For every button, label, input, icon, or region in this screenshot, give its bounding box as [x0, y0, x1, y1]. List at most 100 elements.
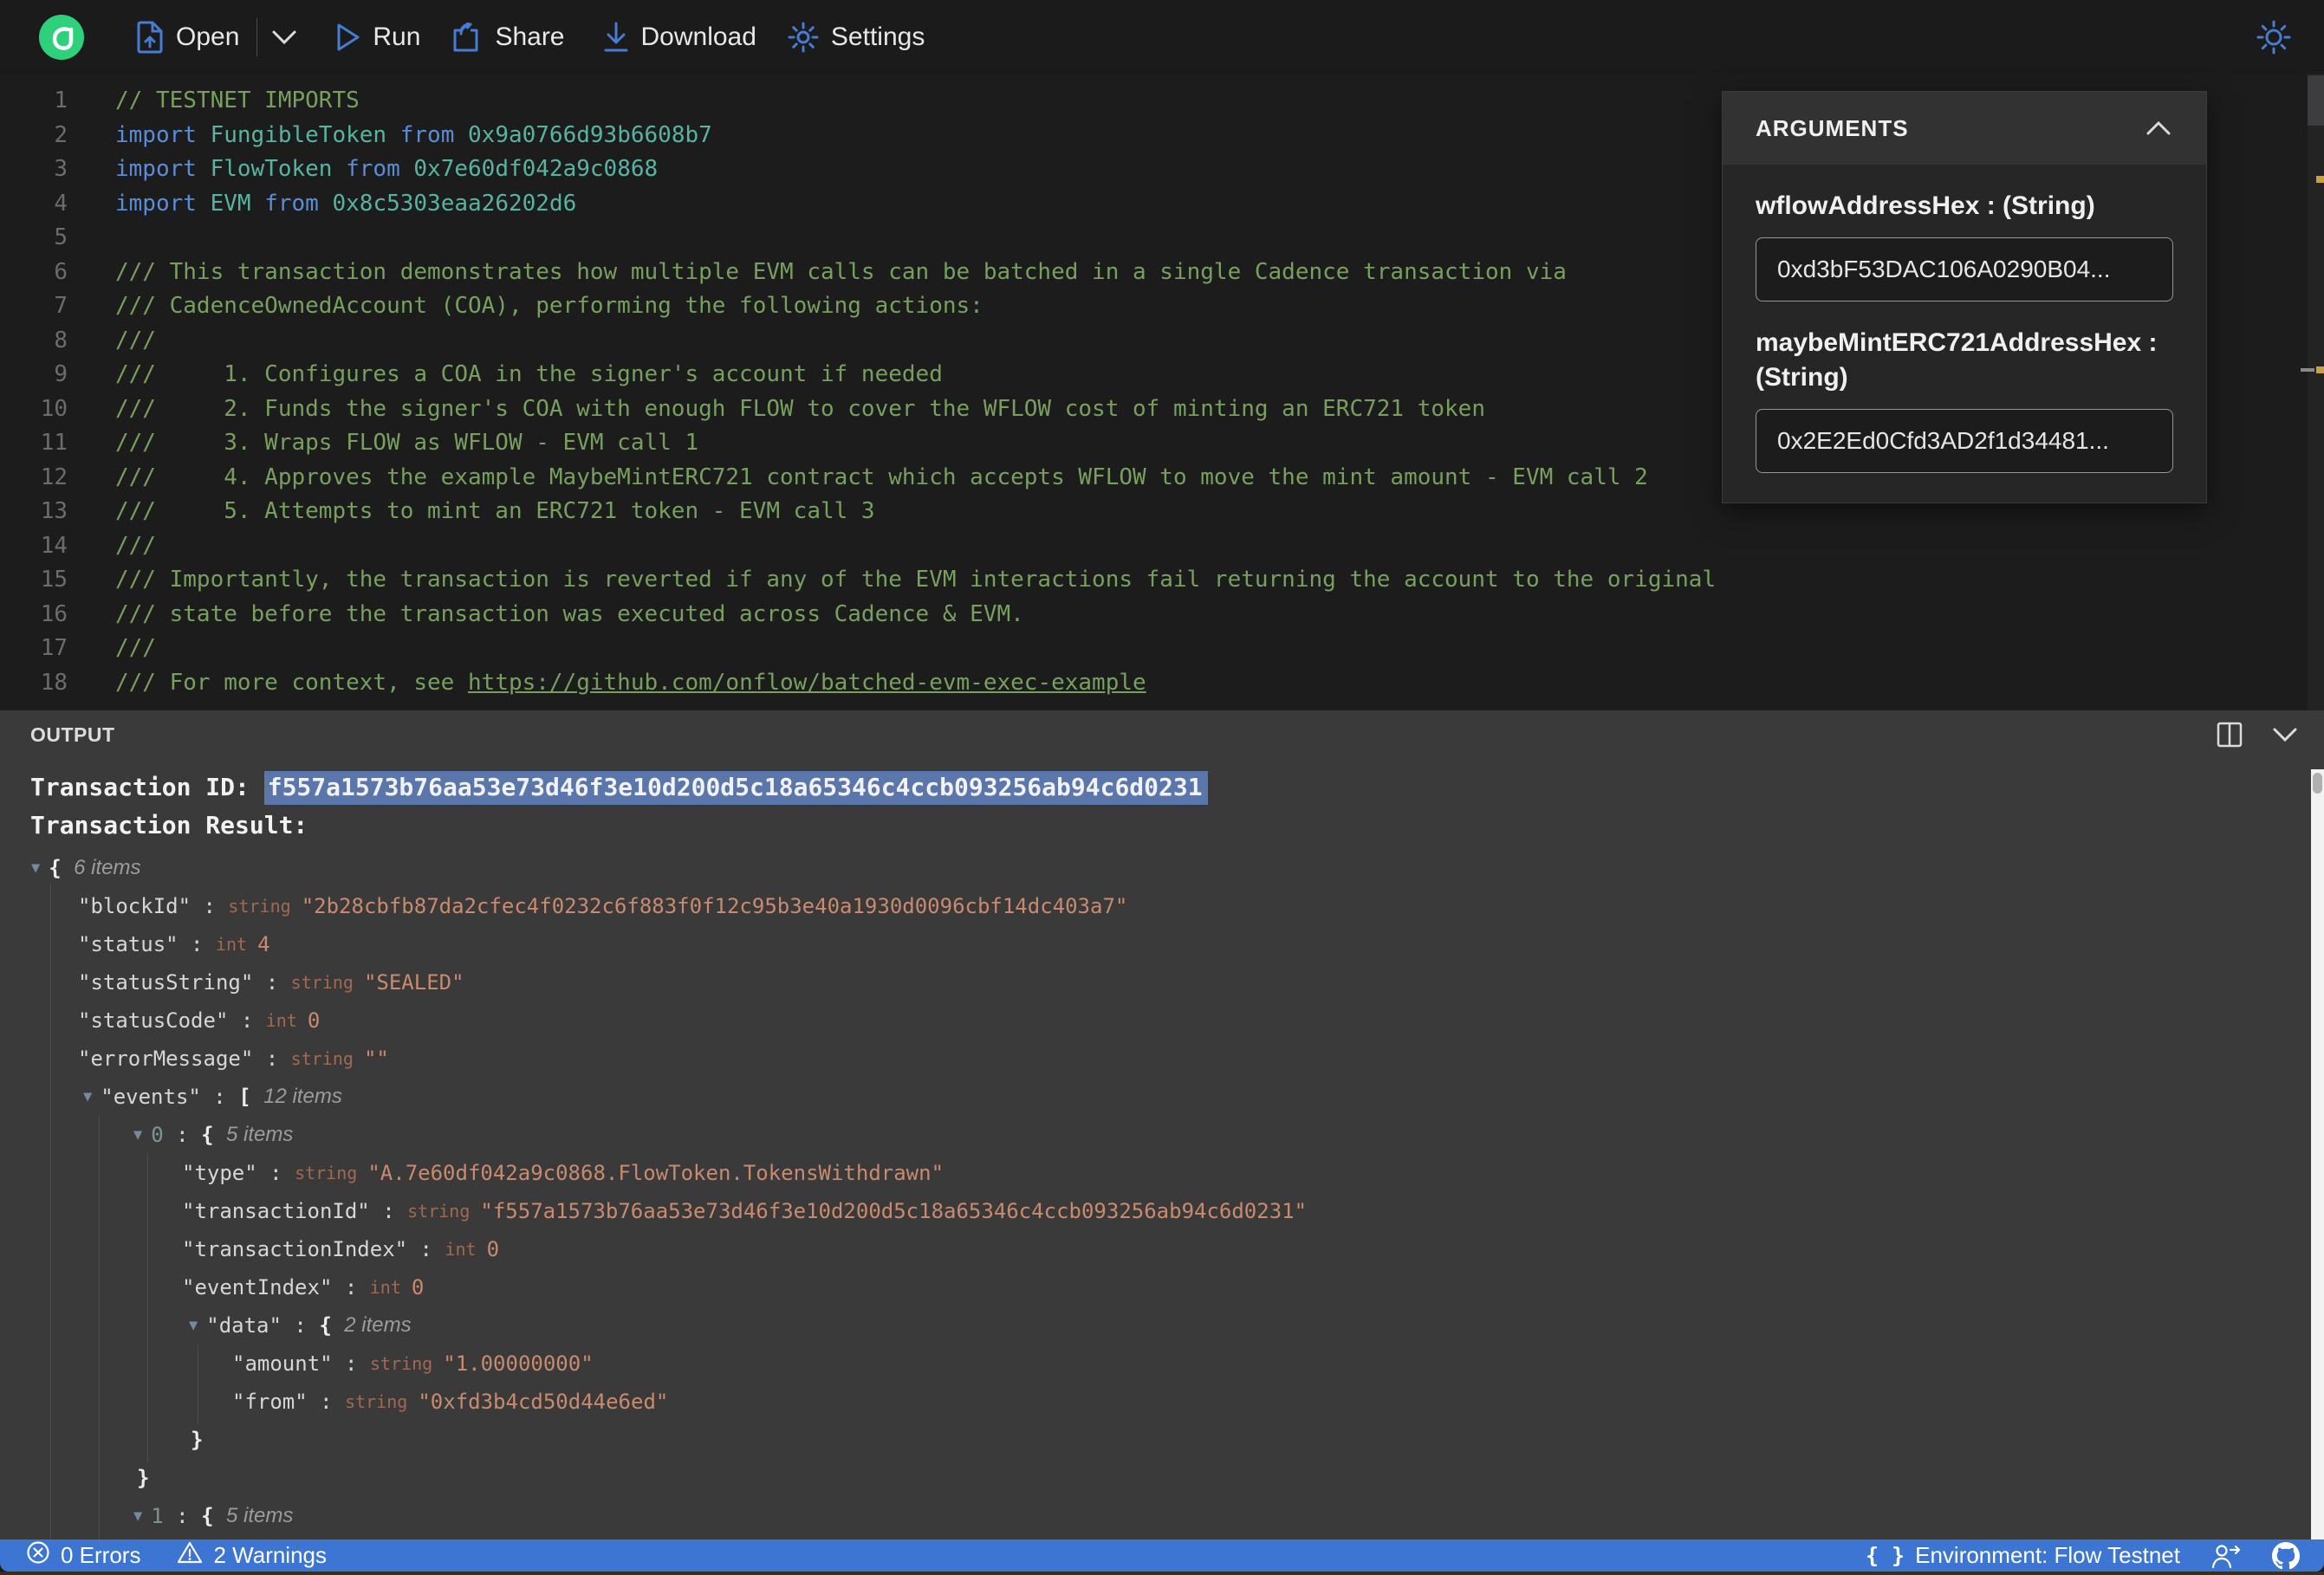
- json-key: "errorMessage": [78, 1047, 254, 1071]
- expand-triangle-icon[interactable]: ▼: [83, 1088, 92, 1105]
- json-int: 0: [411, 1275, 425, 1300]
- collapse-output-chevron-down-icon[interactable]: [2272, 727, 2298, 742]
- json-str: "SEALED": [363, 970, 464, 995]
- arguments-panel-header[interactable]: ARGUMENTS: [1723, 92, 2206, 165]
- json-row: "errorMessage" : string "": [0, 1040, 2307, 1078]
- code-segment: /// 2. Funds the signer's COA with enoug…: [115, 395, 1485, 422]
- json-key: "transactionIndex": [182, 1237, 408, 1261]
- indent-guide: [99, 1116, 100, 1539]
- code-segment: from: [399, 121, 455, 148]
- json-row: "transactionIndex" : int 0: [0, 1230, 2307, 1268]
- code-line: 18 /// For more context, see https://gith…: [0, 666, 2324, 701]
- json-key: "blockId": [78, 894, 192, 918]
- code-segment: /// For more context, see: [115, 669, 468, 696]
- json-items: 5 items: [225, 1123, 294, 1146]
- warnings-status[interactable]: 2 Warnings: [177, 1540, 327, 1571]
- line-number: 5: [54, 224, 68, 250]
- json-row: "statusString" : string "SEALED": [0, 963, 2307, 1001]
- json-int: 0: [486, 1237, 500, 1261]
- json-type: int: [369, 1277, 412, 1298]
- expand-triangle-icon[interactable]: ▼: [31, 859, 40, 877]
- code-segment: from: [346, 156, 400, 182]
- json-colon: :: [253, 970, 291, 995]
- json-key: "from": [232, 1390, 308, 1414]
- json-br: {: [201, 1504, 226, 1528]
- code-segment: /// 1. Configures a COA in the signer's …: [115, 361, 943, 387]
- code-link[interactable]: https://github.com/onflow/batched-evm-ex…: [468, 670, 1146, 696]
- gear-icon: [788, 22, 819, 53]
- split-panel-icon[interactable]: [2217, 722, 2243, 748]
- errors-status[interactable]: 0 Errors: [26, 1540, 140, 1571]
- json-row: "blockId" : string "2b28cbfb87da2cfec4f0…: [0, 887, 2307, 925]
- settings-label: Settings: [830, 22, 925, 51]
- json-items: 12 items: [263, 1085, 342, 1108]
- line-number: 2: [54, 121, 68, 148]
- line-number: 16: [40, 600, 68, 627]
- code-segment: 0x7e60df042a9c0868: [413, 156, 659, 182]
- run-button[interactable]: Run: [336, 23, 420, 52]
- transaction-id-value[interactable]: f557a1573b76aa53e73d46f3e10d200d5c18a653…: [263, 771, 1208, 805]
- json-row: }: [0, 1459, 2307, 1497]
- json-str: "0xfd3b4cd50d44e6ed": [418, 1390, 669, 1414]
- editor-scrollbar-thumb[interactable]: [2308, 75, 2324, 126]
- json-str: "": [363, 1047, 389, 1071]
- collapse-chevron-up-icon[interactable]: [2145, 120, 2171, 136]
- json-br: {: [201, 1123, 226, 1147]
- editor-scrollbar[interactable]: [2301, 74, 2324, 710]
- environment-status[interactable]: { } Environment: Flow Testnet: [1866, 1542, 2180, 1569]
- expand-triangle-icon[interactable]: ▼: [189, 1317, 198, 1334]
- json-type: string: [290, 972, 364, 993]
- line-number: 1: [54, 88, 68, 113]
- open-button[interactable]: Open: [136, 21, 239, 54]
- code-segment: // TESTNET IMPORTS: [115, 88, 360, 113]
- json-colon: :: [307, 1390, 346, 1414]
- json-br: {: [49, 856, 75, 880]
- feedback-person-icon[interactable]: [2211, 1543, 2241, 1569]
- wflow-address-input[interactable]: [1756, 237, 2173, 301]
- json-row: "statusCode" : int 0: [0, 1001, 2307, 1040]
- line-number: 15: [40, 567, 68, 593]
- theme-toggle-sun-icon[interactable]: [2255, 18, 2293, 56]
- line-number: 10: [40, 395, 68, 422]
- maybemint-address-input[interactable]: [1756, 409, 2173, 473]
- open-menu-chevron-icon[interactable]: [271, 29, 297, 45]
- json-key: "eventIndex": [182, 1275, 333, 1300]
- line-number: 3: [54, 156, 68, 182]
- output-scrollbar[interactable]: [2311, 769, 2324, 1539]
- expand-triangle-icon[interactable]: ▼: [133, 1507, 142, 1525]
- argument-field-maybemint: maybeMintERC721AddressHex : (String): [1756, 326, 2173, 473]
- share-button[interactable]: Share: [450, 22, 565, 53]
- code-segment: /// This transaction demonstrates how mu…: [115, 258, 1567, 285]
- json-key: "status": [78, 932, 179, 956]
- code-segment: from: [264, 190, 319, 217]
- code-segment: 0x8c5303eaa26202d6: [332, 190, 577, 217]
- json-type: string: [290, 1048, 364, 1069]
- json-key: "amount": [232, 1351, 333, 1376]
- download-icon: [603, 22, 629, 53]
- json-row: "eventIndex" : int 0: [0, 1268, 2307, 1306]
- expand-triangle-icon[interactable]: ▼: [133, 1126, 142, 1144]
- settings-button[interactable]: Settings: [788, 22, 925, 53]
- download-button[interactable]: Download: [603, 22, 756, 53]
- code-segment: /// 5. Attempts to mint an ERC721 token …: [115, 498, 875, 524]
- errors-label: 0 Errors: [61, 1542, 141, 1568]
- json-colon: :: [369, 1199, 408, 1223]
- json-row: ▼ 1 : { 5 items: [0, 1497, 2307, 1535]
- transaction-id-line: Transaction ID: f557a1573b76aa53e73d46f3…: [30, 771, 1208, 805]
- cursor-position-mark: [2301, 368, 2314, 372]
- json-type: string: [228, 896, 302, 917]
- error-icon: [26, 1540, 50, 1571]
- json-row: }: [0, 1421, 2307, 1459]
- flow-logo-icon[interactable]: [39, 14, 84, 60]
- github-icon[interactable]: [2272, 1541, 2300, 1570]
- json-colon: :: [178, 932, 216, 956]
- download-label: Download: [640, 22, 756, 51]
- json-row: ▼ { 6 items: [0, 849, 2307, 887]
- output-scrollbar-thumb[interactable]: [2313, 773, 2322, 794]
- json-str: "A.7e60df042a9c0868.FlowToken.TokensWith…: [367, 1161, 945, 1185]
